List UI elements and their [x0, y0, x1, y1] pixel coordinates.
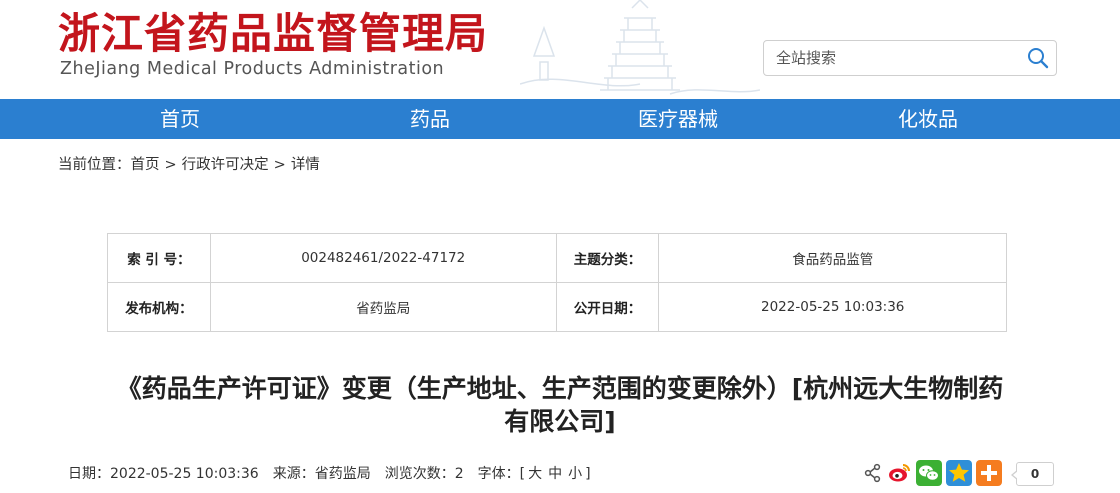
font-size-small-button[interactable]: 小: [568, 466, 582, 482]
breadcrumb-separator: >: [164, 157, 177, 173]
publish-date-value: 2022-05-25 10:03:36: [658, 282, 1007, 332]
publisher-label: 发布机构：: [107, 282, 211, 332]
site-title-cn: 浙江省药品监督管理局: [58, 9, 489, 58]
breadcrumb-separator: >: [273, 157, 286, 173]
font-size-large-button[interactable]: 大: [528, 466, 542, 482]
font-size-medium-button[interactable]: 中: [548, 466, 562, 482]
topic-value: 食品药品监管: [658, 233, 1007, 283]
breadcrumb-current: 详情: [290, 157, 320, 173]
search-box: [763, 40, 1057, 76]
article-date: 日期：2022-05-25 10:03:36: [68, 466, 259, 482]
site-title-en: ZheJiang Medical Products Administration: [60, 59, 445, 79]
article-title-line-2: 有限公司]: [504, 407, 616, 436]
share-count-badge: 0: [1011, 462, 1054, 486]
nav-item-cosmetics[interactable]: 化妆品: [898, 99, 958, 139]
weibo-icon[interactable]: [886, 460, 912, 486]
index-number-value: 002482461/2022-47172: [209, 233, 557, 283]
search-input[interactable]: [764, 41, 1014, 75]
wechat-icon[interactable]: [916, 460, 942, 486]
main-nav: 首页 药品 医疗器械 化妆品: [0, 99, 1120, 139]
breadcrumb: 当前位置：首页 > 行政许可决定 > 详情: [58, 155, 320, 175]
search-icon[interactable]: [1026, 46, 1050, 70]
font-size-label: 字体：[: [477, 466, 526, 482]
qzone-icon[interactable]: [946, 460, 972, 486]
breadcrumb-home[interactable]: 首页: [131, 157, 160, 173]
table-row: 索 引 号： 002482461/2022-47172 主题分类： 食品药品监管: [107, 233, 1007, 283]
article-title: 《药品生产许可证》变更（生产地址、生产范围的变更除外）[杭州远大生物制药 有限公…: [60, 372, 1060, 438]
article-title-line-1: 《药品生产许可证》变更（生产地址、生产范围的变更除外）[杭州远大生物制药: [116, 374, 1004, 403]
pagoda-watermark-icon: [520, 0, 760, 95]
view-count: 浏览次数：2: [384, 466, 464, 482]
breadcrumb-prefix: 当前位置：: [58, 157, 131, 173]
publisher-value: 省药监局: [209, 282, 557, 332]
nav-item-drugs[interactable]: 药品: [410, 99, 450, 139]
breadcrumb-admin-license[interactable]: 行政许可决定: [182, 157, 269, 173]
nav-item-medical-devices[interactable]: 医疗器械: [638, 99, 718, 139]
add-more-icon[interactable]: [976, 460, 1002, 486]
nav-item-home[interactable]: 首页: [160, 99, 200, 139]
topic-label: 主题分类：: [555, 233, 660, 283]
share-icon[interactable]: [864, 460, 882, 486]
index-number-label: 索 引 号：: [107, 233, 211, 283]
site-header: 浙江省药品监督管理局 ZheJiang Medical Products Adm…: [0, 0, 1120, 99]
article-source: 来源：省药监局: [272, 466, 371, 482]
font-size-label-end: ]: [585, 466, 591, 482]
article-meta: 日期：2022-05-25 10:03:36 来源：省药监局 浏览次数：2 字体：[大…: [68, 465, 591, 483]
table-row: 发布机构： 省药监局 公开日期： 2022-05-25 10:03:36: [107, 282, 1007, 332]
document-info-table: 索 引 号： 002482461/2022-47172 主题分类： 食品药品监管…: [107, 233, 1007, 332]
publish-date-label: 公开日期：: [555, 282, 660, 332]
